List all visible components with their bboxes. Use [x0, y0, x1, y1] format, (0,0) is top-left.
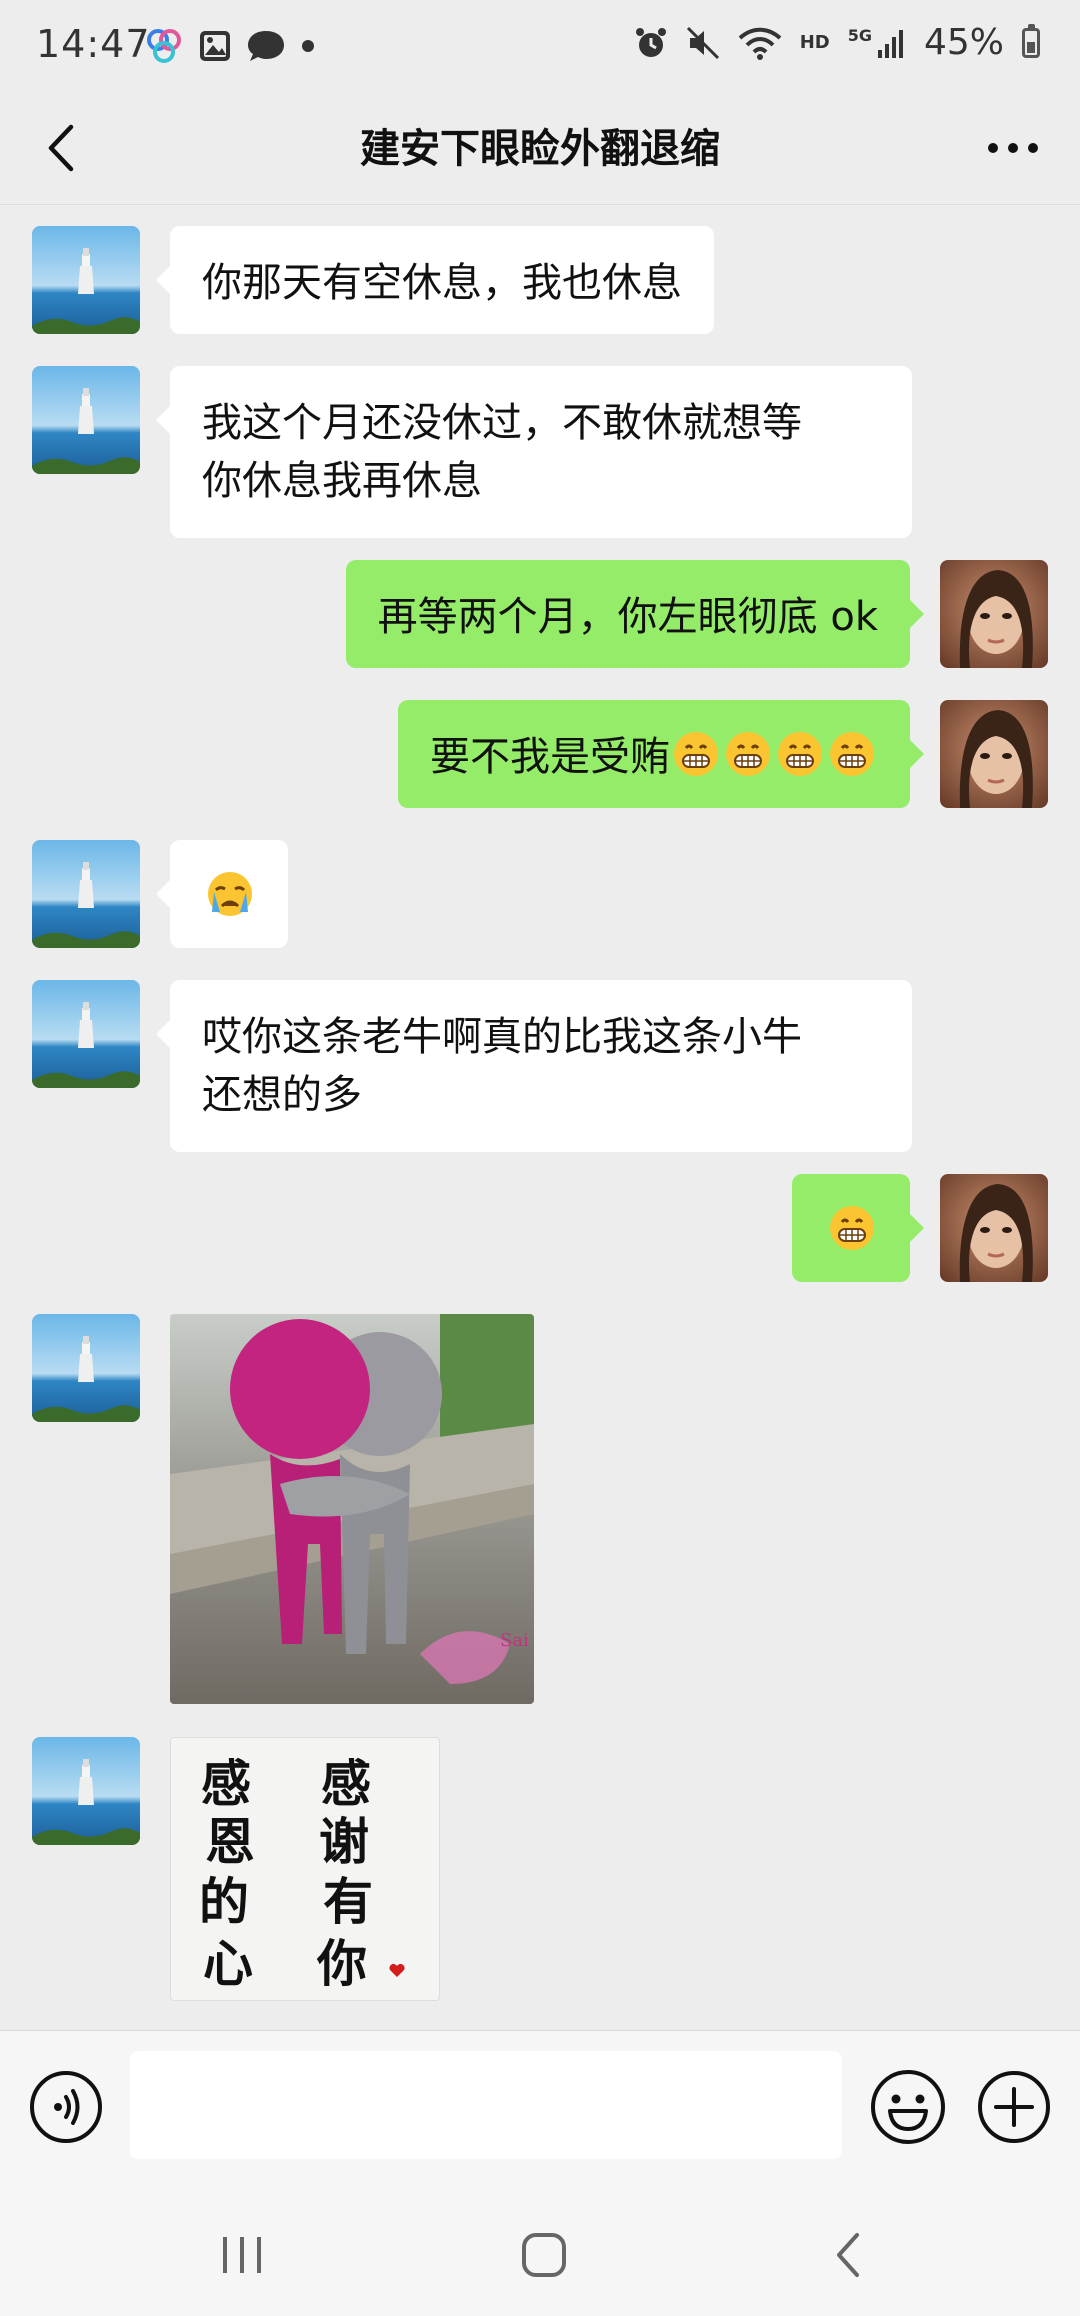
hd-label: HD — [799, 32, 830, 53]
smiley-icon — [871, 2070, 945, 2144]
notification-icons — [144, 28, 316, 64]
lighthouse-avatar-image — [32, 980, 140, 1088]
network-label: 5G — [847, 26, 872, 45]
calligraphy-char: 你 — [317, 1934, 367, 1993]
message-bubble-outgoing[interactable] — [792, 1174, 924, 1282]
lighthouse-avatar-image — [32, 366, 140, 474]
contact-avatar[interactable] — [32, 226, 140, 334]
my-avatar[interactable] — [940, 1174, 1048, 1282]
message-bubble-incoming[interactable]: 我这个月还没休过，不敢休就想等 你休息我再休息 — [156, 366, 912, 538]
message-bubble-incoming[interactable]: 哎你这条老牛啊真的比我这条小牛 还想的多 — [156, 980, 912, 1152]
back-arrow-icon — [837, 2233, 859, 2277]
message-bubble-incoming[interactable]: 你那天有空休息，我也休息 — [156, 226, 714, 334]
status-right: HD 5G 45% — [634, 22, 1040, 63]
system-back-button[interactable] — [818, 2225, 878, 2285]
grin-emoji-icon — [778, 732, 822, 776]
message-list[interactable]: 你那天有空休息，我也休息 我这个月还没休过，不敢休就想等 你休息我再休息 再等两… — [0, 205, 1080, 2030]
crying-emoji-icon — [208, 872, 252, 916]
status-bar: 14:47 HD 5G 45% — [0, 0, 1080, 92]
image-message-calligraphy[interactable]: 感 恩 的 心 感 谢 有 你 — [170, 1737, 440, 2001]
calligraphy-char: 心 — [203, 1934, 253, 1993]
contact-avatar[interactable] — [32, 840, 140, 948]
recent-apps-button[interactable] — [212, 2225, 272, 2285]
grin-emoji-icon — [674, 732, 718, 776]
lighthouse-avatar-image — [32, 840, 140, 948]
recent-apps-icon — [223, 2237, 261, 2273]
message-text: 你那天有空休息，我也休息 — [202, 260, 682, 306]
message-text: 再等两个月，你左眼彻底 ok — [377, 594, 878, 640]
my-avatar[interactable] — [940, 700, 1048, 808]
message-text: 要不我是受贿 — [430, 734, 670, 780]
grin-emoji-icon — [830, 1206, 874, 1250]
woman-avatar-image — [940, 1174, 1048, 1282]
message-bubble-incoming[interactable] — [156, 840, 288, 948]
my-avatar[interactable] — [940, 560, 1048, 668]
message-notification-icon — [248, 31, 284, 61]
more-notifications-dot — [302, 40, 314, 52]
more-functions-button[interactable] — [976, 2069, 1052, 2145]
message-input[interactable] — [130, 2051, 842, 2159]
voice-icon — [30, 2071, 102, 2143]
home-button[interactable] — [514, 2225, 574, 2285]
app-notification-icon — [147, 29, 181, 63]
woman-avatar-image — [940, 560, 1048, 668]
emoji-button[interactable] — [868, 2067, 948, 2147]
chat-title: 建安下眼睑外翻退缩 — [360, 126, 720, 172]
chat-header: 建安下眼睑外翻退缩 — [0, 92, 1080, 205]
alarm-icon — [635, 27, 666, 57]
heart-icon — [389, 1964, 405, 1977]
gallery-icon — [200, 31, 230, 61]
input-bar — [0, 2030, 1080, 2186]
grin-emoji-icon — [726, 732, 770, 776]
battery-icon — [1022, 23, 1040, 58]
wifi-icon — [738, 27, 782, 60]
message-bubble-outgoing[interactable]: 要不我是受贿 — [398, 700, 924, 808]
calligraphy-image: 感 恩 的 心 感 谢 有 你 — [171, 1738, 439, 2000]
system-nav-bar — [0, 2185, 1080, 2316]
status-time: 14:47 — [36, 22, 151, 66]
voice-input-button[interactable] — [28, 2069, 104, 2145]
message-bubble-outgoing[interactable]: 再等两个月，你左眼彻底 ok — [345, 560, 925, 668]
image-watermark-text: Sai — [500, 1630, 529, 1651]
lighthouse-avatar-image — [32, 1737, 140, 1845]
message-text-line: 还想的多 — [202, 1072, 362, 1118]
woman-avatar-image — [940, 700, 1048, 808]
plus-icon — [978, 2071, 1050, 2143]
more-options-button[interactable] — [978, 118, 1048, 178]
message-text-line: 哎你这条老牛啊真的比我这条小牛 — [202, 1014, 802, 1060]
home-icon — [522, 2233, 566, 2277]
lighthouse-avatar-image — [32, 226, 140, 334]
more-icon — [988, 143, 1038, 153]
crochet-dolls-image: Sai — [170, 1314, 534, 1704]
contact-avatar[interactable] — [32, 980, 140, 1088]
image-message-crochet-dolls[interactable]: Sai — [170, 1314, 534, 1704]
contact-avatar[interactable] — [32, 1737, 140, 1845]
contact-avatar[interactable] — [32, 366, 140, 474]
message-text-line: 我这个月还没休过，不敢休就想等 — [202, 400, 802, 446]
battery-percent: 45% — [923, 22, 1004, 63]
grin-emoji-icon — [830, 732, 874, 776]
contact-avatar[interactable] — [32, 1314, 140, 1422]
message-text-line: 你休息我再休息 — [202, 458, 482, 504]
signal-icon — [877, 29, 903, 58]
mute-icon — [686, 26, 719, 59]
lighthouse-avatar-image — [32, 1314, 140, 1422]
